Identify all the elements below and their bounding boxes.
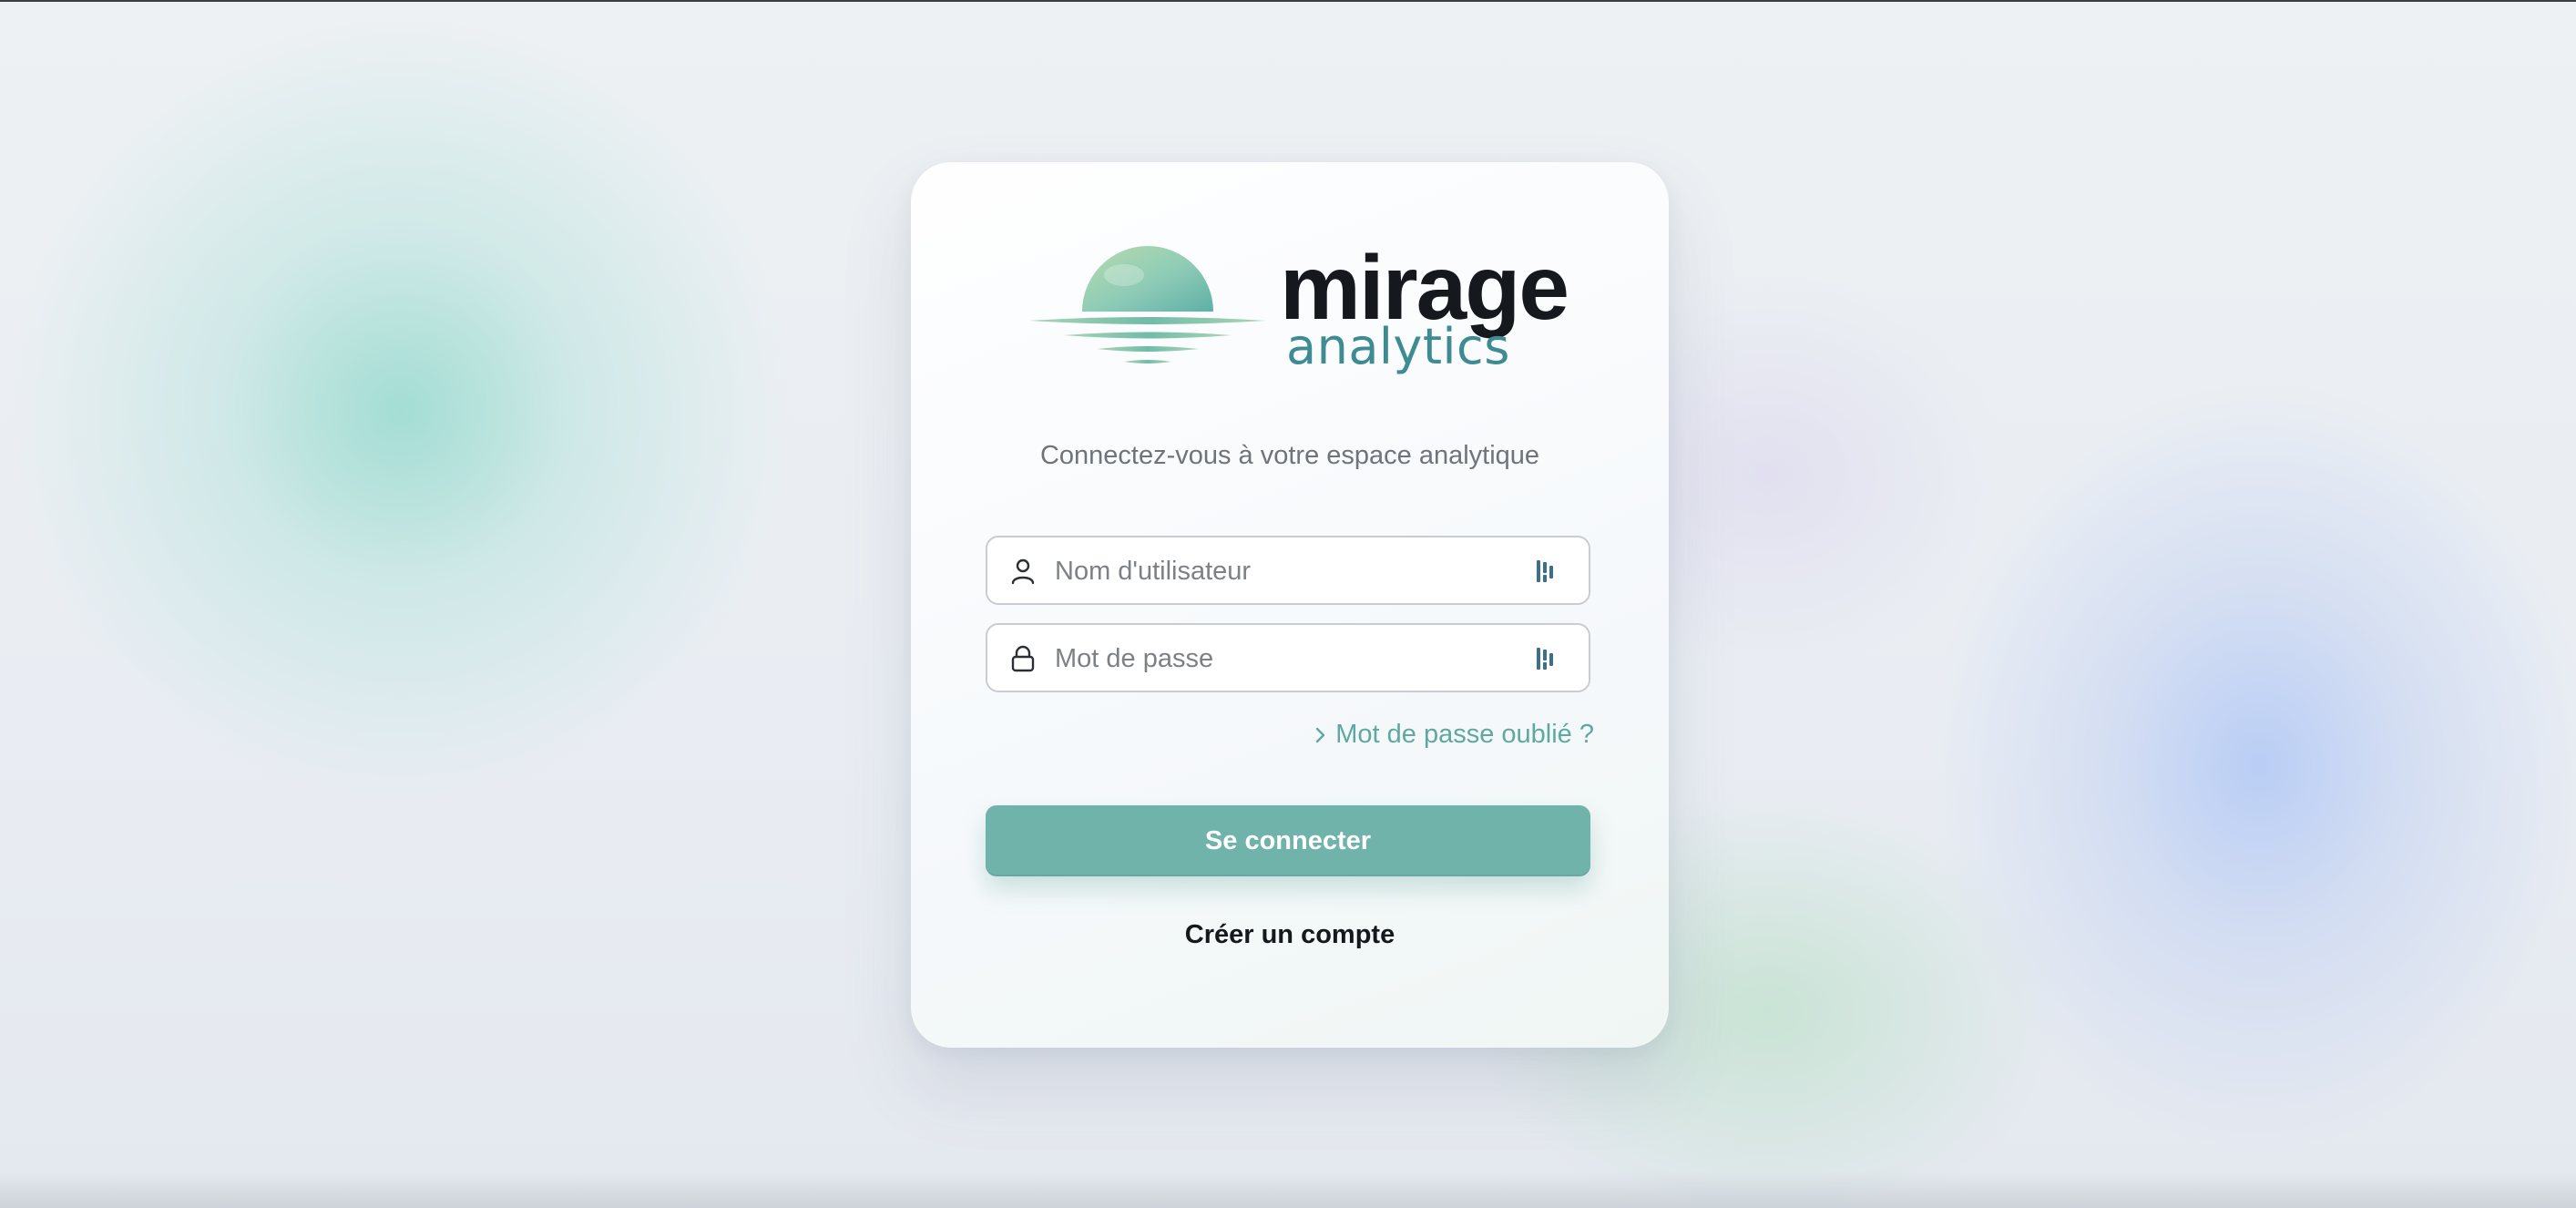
password-input[interactable]	[1053, 625, 1512, 692]
username-input[interactable]	[1053, 537, 1512, 605]
brand-subtitle: analytics	[1286, 318, 1510, 375]
sun-over-water-icon	[1029, 246, 1266, 363]
forgot-password-label: Mot de passe oublié ?	[1335, 720, 1594, 749]
password-field[interactable]	[986, 623, 1590, 692]
page-tagline: Connectez-vous à votre espace analytique	[1039, 441, 1540, 470]
forgot-password-link[interactable]: Mot de passe oublié ?	[1314, 720, 1594, 750]
brand-logo: mirage analytics	[1029, 242, 1569, 388]
create-account-link[interactable]: Créer un compte	[911, 920, 1669, 950]
lock-icon	[1011, 645, 1035, 672]
password-manager-icon[interactable]	[1536, 646, 1559, 671]
password-manager-icon[interactable]	[1536, 558, 1559, 584]
login-card: mirage analytics Connectez-vous à votre …	[911, 162, 1669, 1048]
chevron-right-icon	[1316, 727, 1325, 742]
login-button[interactable]: Se connecter	[986, 805, 1590, 876]
username-field[interactable]	[986, 536, 1590, 605]
user-icon	[1011, 558, 1035, 585]
bottom-shadow	[0, 1172, 2576, 1208]
window-top-border	[0, 0, 2576, 2]
